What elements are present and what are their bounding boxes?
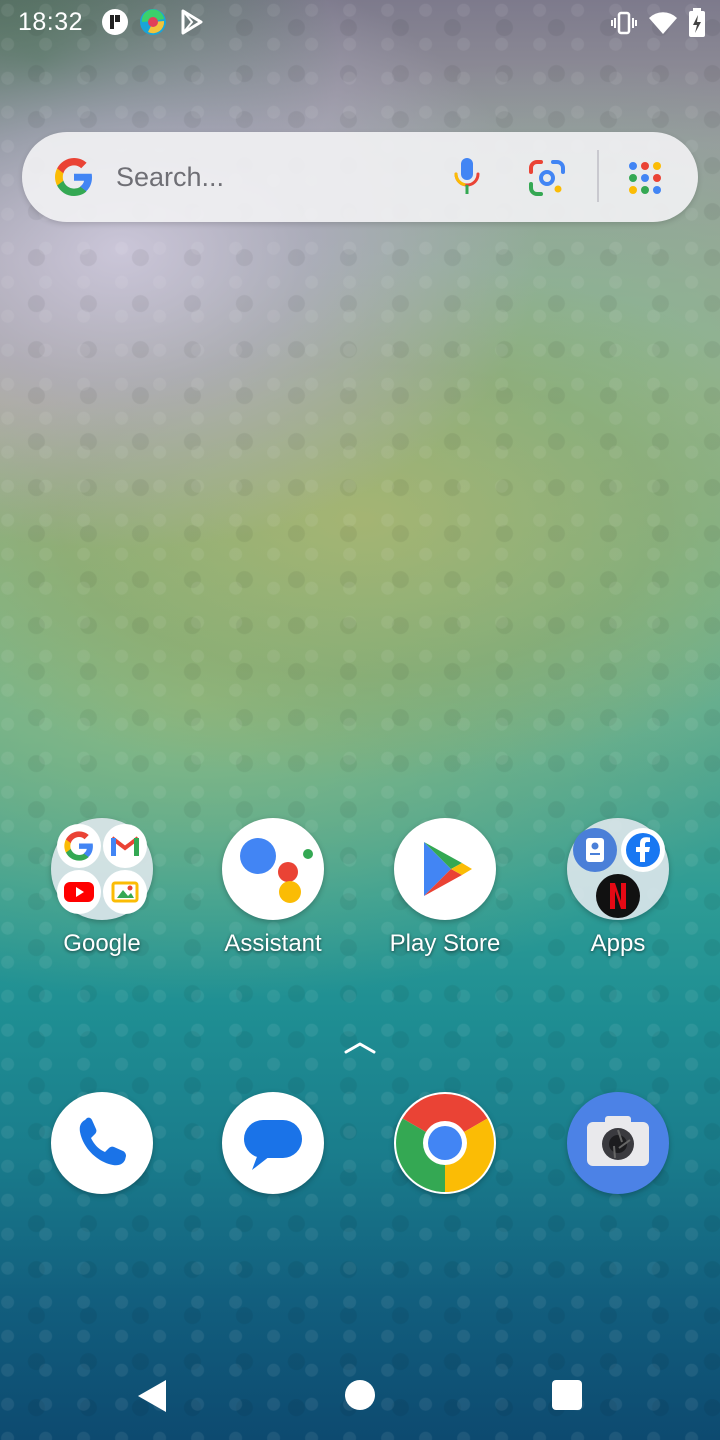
chrome-app[interactable] bbox=[370, 1092, 520, 1194]
back-button[interactable] bbox=[134, 1376, 170, 1416]
assistant-icon bbox=[222, 818, 324, 920]
phone-app[interactable] bbox=[27, 1092, 177, 1194]
facebook-icon bbox=[621, 828, 665, 872]
play-store-icon bbox=[394, 818, 496, 920]
recents-button[interactable] bbox=[552, 1380, 582, 1410]
battery-icon bbox=[688, 8, 706, 43]
wifi-icon bbox=[648, 10, 678, 41]
play-store-app[interactable]: Play Store bbox=[370, 818, 520, 958]
status-time: 18:32 bbox=[18, 8, 84, 36]
app-label: Google bbox=[63, 930, 141, 957]
google-icon bbox=[57, 824, 101, 868]
camera-app[interactable] bbox=[543, 1092, 693, 1194]
phone-icon bbox=[51, 1092, 153, 1194]
google-g-icon bbox=[52, 155, 96, 199]
apps-folder-icon bbox=[567, 818, 669, 920]
camera-icon bbox=[567, 1092, 669, 1194]
play-games-icon bbox=[176, 7, 206, 42]
google-lens-icon[interactable] bbox=[527, 158, 567, 198]
apps-folder[interactable]: Apps bbox=[543, 818, 693, 958]
assistant-app[interactable]: Assistant bbox=[198, 818, 348, 958]
messages-icon bbox=[222, 1092, 324, 1194]
netflix-icon bbox=[596, 874, 640, 918]
app-label: Assistant bbox=[224, 930, 322, 957]
chrome-icon bbox=[394, 1092, 496, 1194]
search-divider bbox=[597, 150, 599, 202]
home-button[interactable] bbox=[345, 1380, 375, 1410]
google-folder[interactable]: Google bbox=[27, 818, 177, 958]
home-screen: 18:32 Search... Google Assistant Play St… bbox=[0, 0, 720, 1440]
messages-app[interactable] bbox=[198, 1092, 348, 1194]
navigation-bar bbox=[0, 1350, 720, 1440]
youtube-icon bbox=[57, 870, 101, 914]
gmail-icon bbox=[103, 824, 147, 868]
edge-browser-icon bbox=[138, 7, 168, 42]
microphone-icon[interactable] bbox=[450, 156, 484, 198]
photos-icon bbox=[103, 870, 147, 914]
vibrate-icon bbox=[610, 9, 638, 42]
search-input-placeholder[interactable]: Search... bbox=[116, 162, 224, 193]
app-grid-icon[interactable] bbox=[625, 158, 665, 198]
status-notification-icons bbox=[100, 7, 206, 42]
chevron-up-icon[interactable] bbox=[340, 1036, 380, 1060]
notification-app-icon bbox=[100, 7, 130, 42]
google-search-bar[interactable]: Search... bbox=[22, 132, 698, 222]
app-label: Play Store bbox=[389, 930, 501, 957]
status-system-icons bbox=[610, 8, 706, 43]
contacts-icon bbox=[573, 828, 617, 872]
app-label: Apps bbox=[590, 930, 646, 957]
google-folder-icon bbox=[51, 818, 153, 920]
status-bar: 18:32 bbox=[0, 0, 720, 48]
